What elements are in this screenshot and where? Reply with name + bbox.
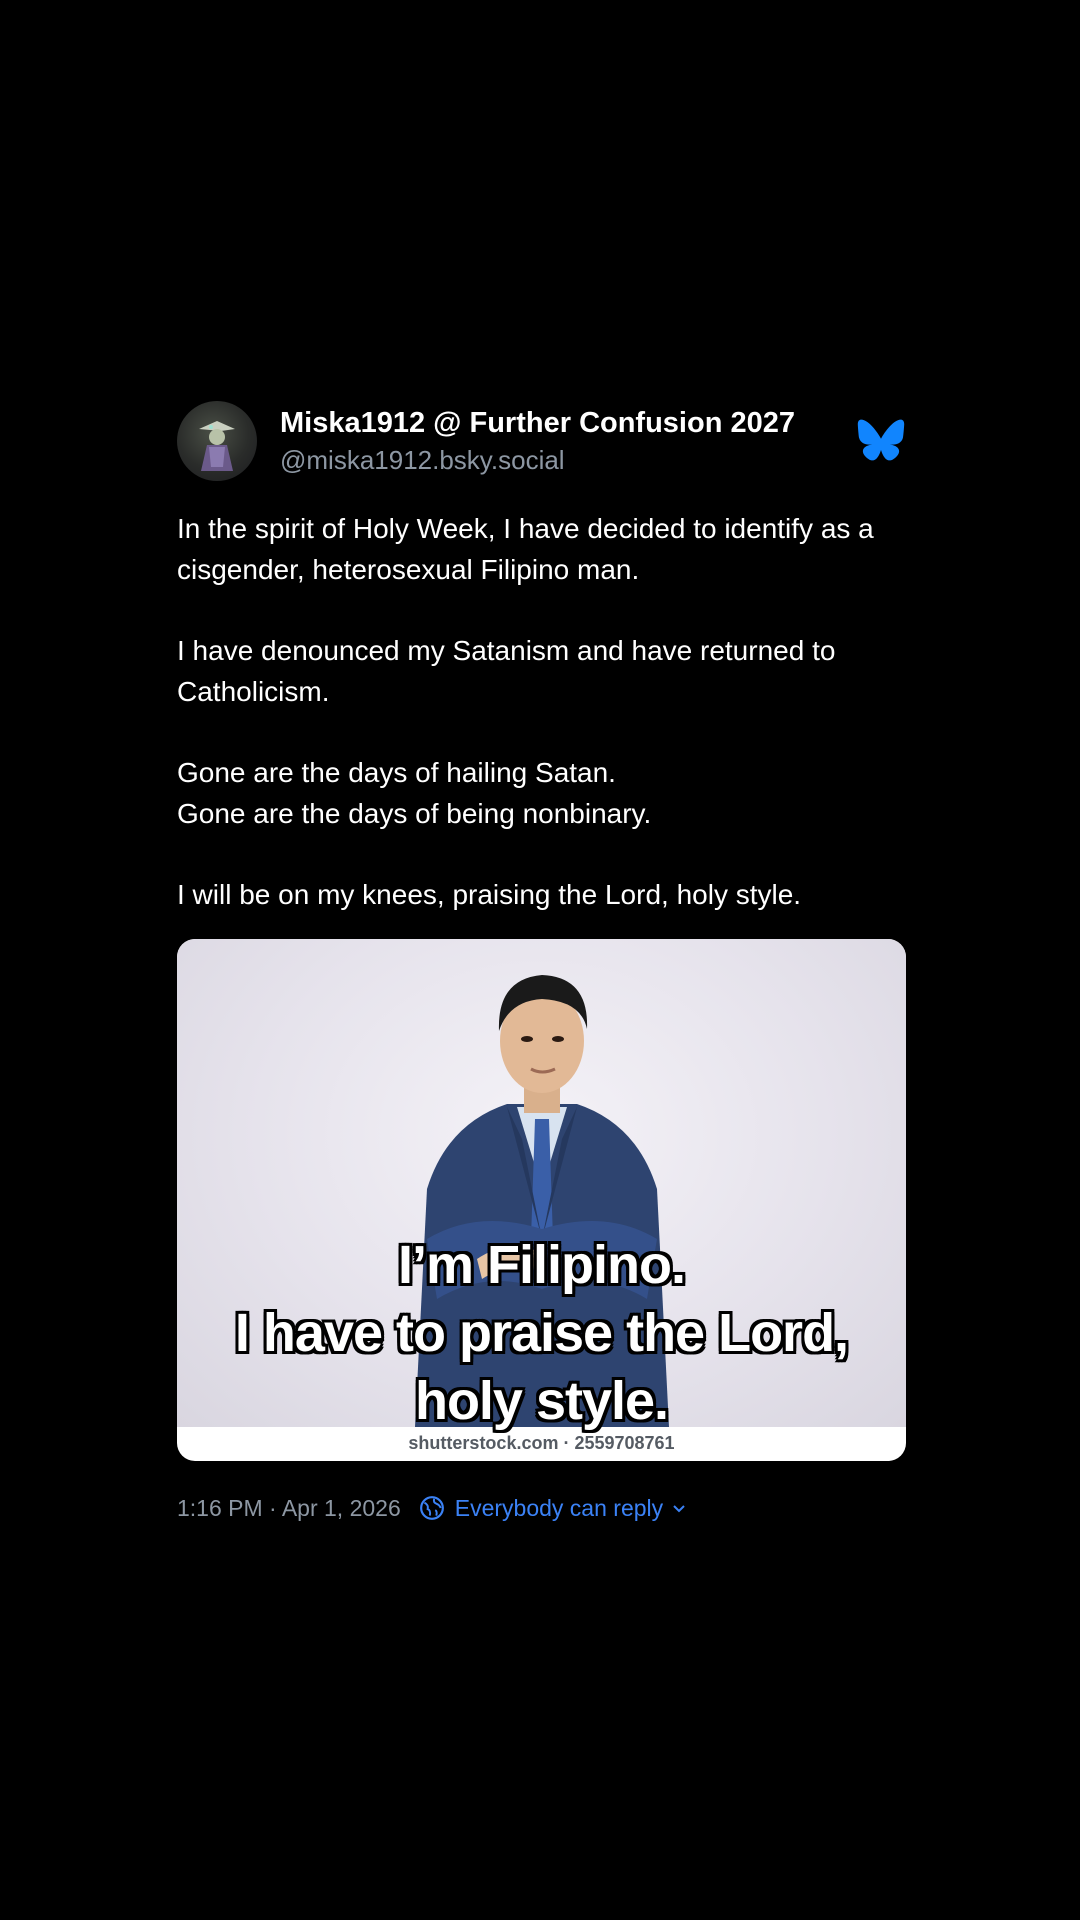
author-display-name[interactable]: Miska1912 @ Further Confusion 2027 — [280, 407, 795, 440]
author-avatar[interactable] — [177, 401, 257, 481]
reply-setting-button[interactable]: Everybody can reply — [419, 1495, 687, 1522]
caption-line-2: I have to praise the Lord, — [234, 1303, 849, 1363]
caption-line-3: holy style. — [414, 1371, 669, 1431]
chevron-down-icon — [673, 1505, 685, 1513]
post-body: In the spirit of Holy Week, I have decid… — [177, 508, 907, 915]
image-caption: I’m Filipino. I have to praise the Lord,… — [177, 1231, 906, 1435]
author-handle[interactable]: @miska1912.bsky.social — [280, 445, 565, 476]
post-image[interactable]: I’m Filipino. I have to praise the Lord,… — [177, 939, 906, 1461]
caption-line-1: I’m Filipino. — [398, 1235, 686, 1295]
reply-setting-label: Everybody can reply — [454, 1494, 664, 1521]
avatar-character-icon — [199, 421, 235, 471]
post-paragraph-1: In the spirit of Holy Week, I have decid… — [177, 513, 874, 585]
post-card: Miska1912 @ Further Confusion 2027 @misk… — [177, 400, 907, 1525]
post-paragraph-2: I have denounced my Satanism and have re… — [177, 635, 836, 707]
image-watermark: shutterstock.com · 2559708761 — [408, 1433, 675, 1453]
post-header: Miska1912 @ Further Confusion 2027 @misk… — [177, 400, 907, 484]
post-paragraph-3: Gone are the days of hailing Satan. Gone… — [177, 752, 907, 834]
post-line-3b: Gone are the days of being nonbinary. — [177, 798, 652, 829]
post-footer: 1:16 PM · Apr 1, 2026 Everybody can repl… — [177, 1491, 907, 1525]
post-line-3a: Gone are the days of hailing Satan. — [177, 757, 616, 788]
post-timestamp[interactable]: 1:16 PM · Apr 1, 2026 — [177, 1495, 401, 1522]
bluesky-butterfly-icon — [857, 419, 905, 461]
post-paragraph-4: I will be on my knees, praising the Lord… — [177, 879, 802, 910]
globe-icon — [419, 1496, 444, 1520]
